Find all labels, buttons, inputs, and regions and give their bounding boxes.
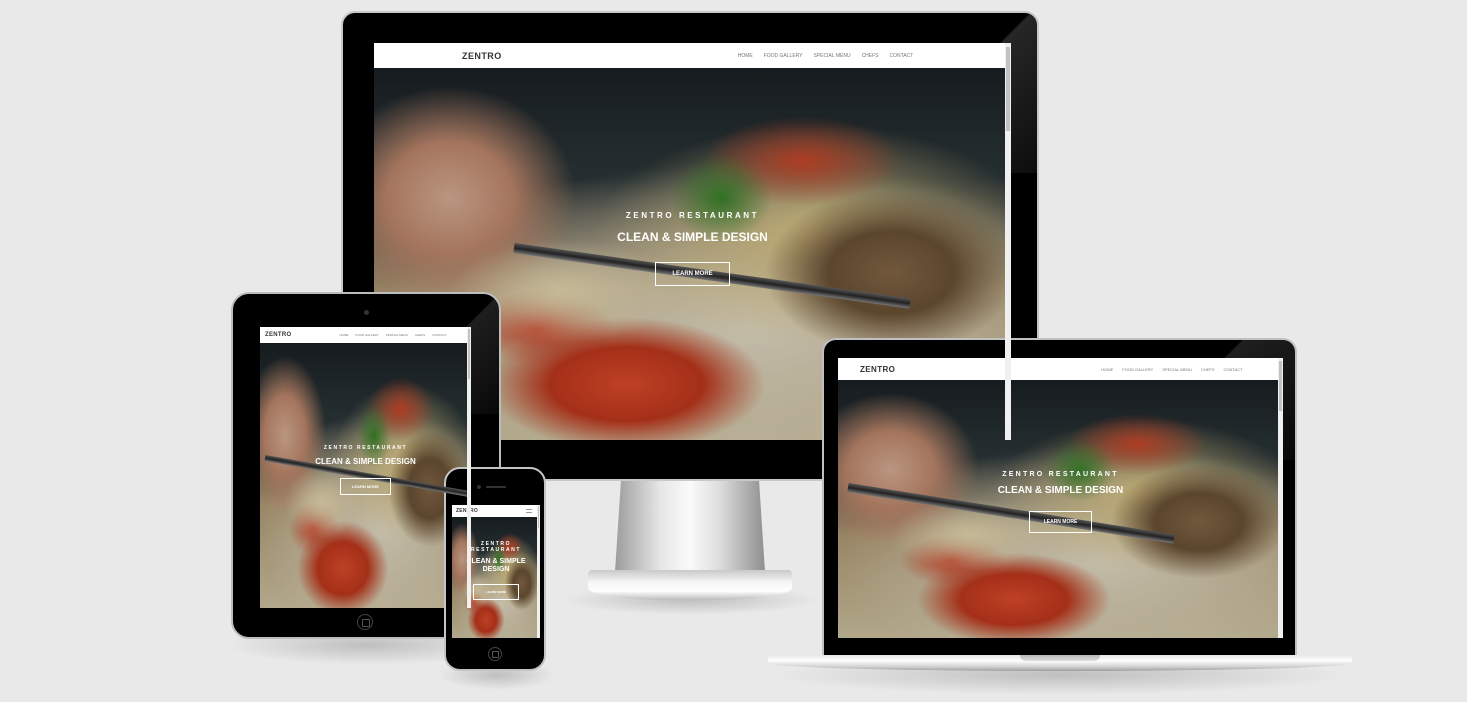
learn-more-button[interactable]: LEARN MORE xyxy=(340,478,391,495)
monitor-stand-base xyxy=(588,570,792,600)
nav-chefs[interactable]: CHEFS xyxy=(862,53,879,59)
laptop-nav-links: HOME FOOD GALLERY SPECIAL MENU CHEFS CON… xyxy=(1101,367,1242,372)
hero-title: CLEAN & SIMPLE DESIGN xyxy=(617,230,768,244)
laptop-screen: ZENTRO HOME FOOD GALLERY SPECIAL MENU CH… xyxy=(838,358,1283,638)
nav-food-gallery[interactable]: FOOD GALLERY xyxy=(355,333,378,337)
nav-special-menu[interactable]: SPECIAL MENU xyxy=(386,333,408,337)
nav-special-menu[interactable]: SPECIAL MENU xyxy=(1162,367,1192,372)
nav-home[interactable]: HOME xyxy=(1101,367,1113,372)
hero-kicker: ZENTRO RESTAURANT xyxy=(323,445,408,451)
hero-title-line1: CLEAN & SIMPLE xyxy=(466,558,526,565)
hero-title: CLEAN & SIMPLE DESIGN xyxy=(315,457,416,466)
tablet-nav-links: HOME FOOD GALLERY SPECIAL MENU CHEFS CON… xyxy=(339,333,446,337)
hero-title: CLEAN & SIMPLE DESIGN xyxy=(997,485,1124,496)
laptop-notch xyxy=(1020,655,1100,661)
tablet-home-button[interactable] xyxy=(357,614,373,630)
phone-scrollbar[interactable] xyxy=(537,505,540,638)
desktop-navbar: ZENTRO HOME FOOD GALLERY SPECIAL MENU CH… xyxy=(374,43,1011,68)
scrollbar-thumb[interactable] xyxy=(538,506,539,528)
scrollbar-thumb[interactable] xyxy=(1279,361,1282,411)
hamburger-icon[interactable] xyxy=(526,509,532,513)
nav-home[interactable]: HOME xyxy=(339,333,348,337)
tablet-scrollbar[interactable] xyxy=(467,327,471,608)
phone-screen: ZENTRO ZENTRO RESTAURANT CLEAN & SIMPLE … xyxy=(452,505,540,638)
hero-title-line2: DESIGN xyxy=(482,566,510,573)
desktop-scrollbar[interactable] xyxy=(1005,43,1011,440)
nav-special-menu[interactable]: SPECIAL MENU xyxy=(814,53,851,59)
laptop-lid: ZENTRO HOME FOOD GALLERY SPECIAL MENU CH… xyxy=(822,338,1297,660)
phone-home-button[interactable] xyxy=(488,647,502,661)
scrollbar-thumb[interactable] xyxy=(468,329,470,379)
phone-navbar: ZENTRO xyxy=(452,505,540,517)
nav-home[interactable]: HOME xyxy=(738,53,753,59)
phone-camera xyxy=(477,485,481,489)
phone-hero: ZENTRO RESTAURANT CLEAN & SIMPLE DESIGN … xyxy=(452,541,540,600)
tablet-hero: ZENTRO RESTAURANT CLEAN & SIMPLE DESIGN … xyxy=(260,445,471,495)
desktop-hero: ZENTRO RESTAURANT CLEAN & SIMPLE DESIGN … xyxy=(374,211,1011,286)
nav-food-gallery[interactable]: FOOD GALLERY xyxy=(1122,367,1153,372)
laptop-navbar: ZENTRO HOME FOOD GALLERY SPECIAL MENU CH… xyxy=(838,358,1283,380)
brand-logo[interactable]: ZENTRO xyxy=(860,365,895,374)
nav-chefs[interactable]: CHEFS xyxy=(1201,367,1215,372)
learn-more-button[interactable]: LEARN MORE xyxy=(472,584,520,600)
hero-kicker: ZENTRO RESTAURANT xyxy=(625,211,760,220)
tablet-camera xyxy=(364,310,369,315)
nav-contact[interactable]: CONTACT xyxy=(890,53,914,59)
hero-kicker-line2: RESTAURANT xyxy=(470,547,522,553)
scrollbar-thumb[interactable] xyxy=(1006,47,1010,131)
laptop-scrollbar[interactable] xyxy=(1278,358,1283,638)
tablet-screen: ZENTRO HOME FOOD GALLERY SPECIAL MENU CH… xyxy=(260,327,471,608)
laptop-hero: ZENTRO RESTAURANT CLEAN & SIMPLE DESIGN … xyxy=(838,471,1283,533)
nav-contact[interactable]: CONTACT xyxy=(432,333,446,337)
smartphone: ZENTRO ZENTRO RESTAURANT CLEAN & SIMPLE … xyxy=(444,467,546,671)
brand-logo[interactable]: ZENTRO xyxy=(265,332,291,338)
hero-kicker: ZENTRO RESTAURANT xyxy=(1002,471,1119,478)
learn-more-button[interactable]: LEARN MORE xyxy=(1028,511,1093,533)
nav-food-gallery[interactable]: FOOD GALLERY xyxy=(764,53,803,59)
brand-logo[interactable]: ZENTRO xyxy=(462,51,502,61)
monitor-stand-neck xyxy=(615,480,765,572)
desktop-nav-links: HOME FOOD GALLERY SPECIAL MENU CHEFS CON… xyxy=(738,53,914,59)
nav-contact[interactable]: CONTACT xyxy=(1224,367,1243,372)
nav-chefs[interactable]: CHEFS xyxy=(415,333,425,337)
learn-more-button[interactable]: LEARN MORE xyxy=(655,262,730,286)
phone-speaker xyxy=(486,486,506,488)
tablet-navbar: ZENTRO HOME FOOD GALLERY SPECIAL MENU CH… xyxy=(260,327,471,343)
